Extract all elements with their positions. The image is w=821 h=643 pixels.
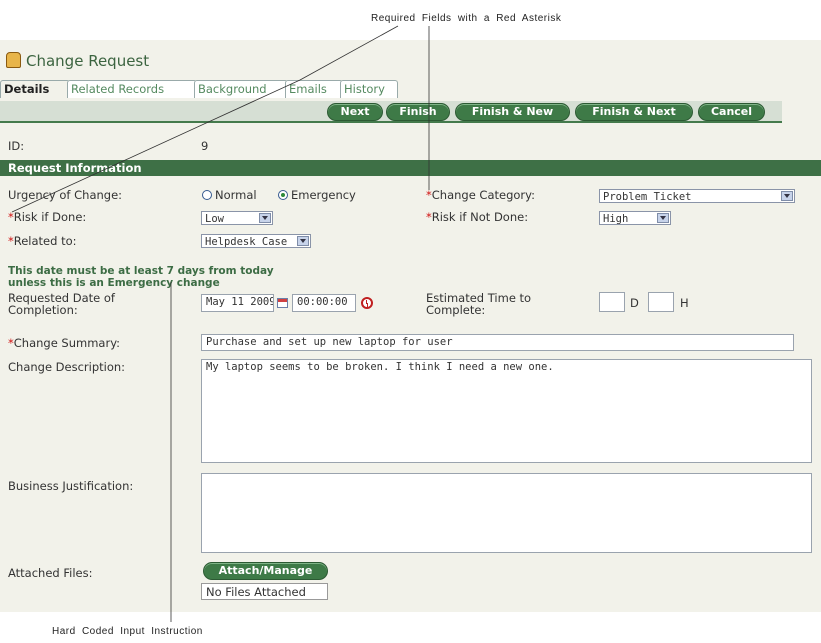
- date-instruction-note: This date must be at least 7 days from t…: [8, 265, 274, 289]
- change-category-select[interactable]: Problem Ticket: [599, 189, 795, 203]
- chevron-down-icon: [781, 191, 793, 201]
- finish-and-new-button[interactable]: Finish & New: [455, 103, 570, 121]
- tab-emails[interactable]: Emails: [285, 80, 343, 98]
- risk-if-done-label: *Risk if Done:: [8, 210, 86, 224]
- tab-history[interactable]: History: [340, 80, 398, 98]
- tab-related-records[interactable]: Related Records: [67, 80, 197, 98]
- attached-files-label: Attached Files:: [8, 566, 93, 580]
- days-unit-label: D: [630, 296, 639, 310]
- id-label: ID:: [8, 139, 25, 153]
- change-summary-input[interactable]: Purchase and set up new laptop for user: [201, 334, 794, 351]
- related-to-label-text: Related to:: [13, 234, 77, 248]
- estimated-days-input[interactable]: [599, 292, 625, 312]
- risk-if-not-done-select[interactable]: High: [599, 211, 671, 225]
- bear-icon: [6, 52, 21, 68]
- section-header: Request Information: [0, 160, 821, 176]
- urgency-emergency-radio[interactable]: [278, 190, 288, 200]
- clock-icon[interactable]: [361, 297, 373, 309]
- id-value: 9: [201, 139, 209, 153]
- requested-date-input[interactable]: May 11 2009: [201, 294, 274, 312]
- requested-time-input[interactable]: 00:00:00: [292, 294, 356, 312]
- risk-if-not-done-value: High: [603, 213, 629, 225]
- risk-if-not-done-label: *Risk if Not Done:: [426, 210, 528, 224]
- next-button[interactable]: Next: [327, 103, 383, 121]
- attached-files-status: No Files Attached: [201, 583, 328, 600]
- tab-background[interactable]: Background: [194, 80, 288, 98]
- urgency-normal-label: Normal: [215, 188, 257, 202]
- section-title: Request Information: [8, 161, 142, 175]
- attach-manage-button[interactable]: Attach/Manage: [203, 562, 328, 580]
- risk-if-not-done-label-text: Risk if Not Done:: [431, 210, 529, 224]
- urgency-emergency-label: Emergency: [291, 188, 356, 202]
- chevron-down-icon: [657, 213, 669, 223]
- related-to-label: *Related to:: [8, 234, 77, 248]
- change-category-value: Problem Ticket: [603, 191, 692, 203]
- change-category-label-text: Change Category:: [431, 188, 536, 202]
- business-justification-textarea[interactable]: [201, 473, 812, 553]
- chevron-down-icon: [297, 236, 309, 246]
- calendar-icon[interactable]: [277, 298, 288, 308]
- tab-details[interactable]: Details: [0, 80, 70, 98]
- chevron-down-icon: [259, 213, 271, 223]
- urgency-label: Urgency of Change:: [8, 188, 123, 202]
- change-summary-label: *Change Summary:: [8, 336, 120, 350]
- risk-if-done-value: Low: [205, 213, 224, 225]
- requested-date-label: Requested Date of Completion:: [8, 291, 115, 317]
- related-to-value: Helpdesk Case: [205, 236, 288, 248]
- related-to-select[interactable]: Helpdesk Case: [201, 234, 311, 248]
- hours-unit-label: H: [680, 296, 689, 310]
- change-description-label: Change Description:: [8, 360, 126, 374]
- page-title-text: Change Request: [26, 52, 150, 70]
- change-summary-label-text: Change Summary:: [13, 336, 121, 350]
- change-category-label: *Change Category:: [426, 188, 535, 202]
- finish-button[interactable]: Finish: [386, 103, 450, 121]
- risk-if-done-label-text: Risk if Done:: [13, 210, 87, 224]
- cancel-button[interactable]: Cancel: [698, 103, 765, 121]
- annotation-hard-coded-instruction: Hard Coded Input Instruction: [52, 626, 203, 637]
- page-title: Change Request: [6, 52, 149, 70]
- business-justification-label: Business Justification:: [8, 479, 134, 493]
- urgency-normal-radio[interactable]: [202, 190, 212, 200]
- finish-and-next-button[interactable]: Finish & Next: [575, 103, 693, 121]
- annotation-required-fields: Required Fields with a Red Asterisk: [371, 13, 562, 24]
- risk-if-done-select[interactable]: Low: [201, 211, 273, 225]
- estimated-time-label: Estimated Time to Complete:: [426, 291, 532, 317]
- change-description-textarea[interactable]: My laptop seems to be broken. I think I …: [201, 359, 812, 463]
- estimated-hours-input[interactable]: [648, 292, 674, 312]
